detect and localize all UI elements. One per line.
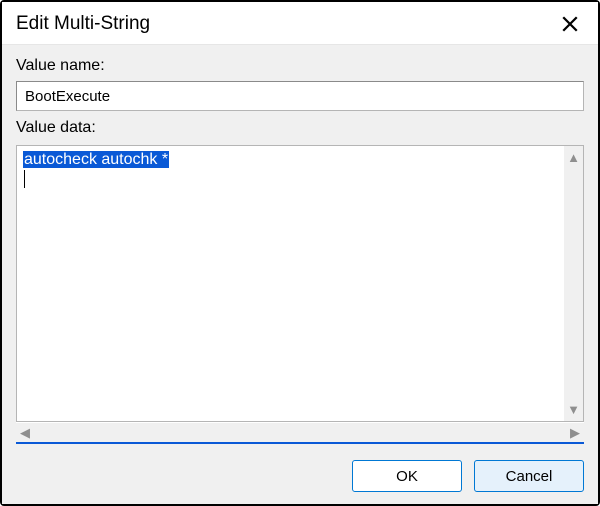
cancel-button[interactable]: Cancel [474, 460, 584, 492]
dialog-body: Value name: Value data: autocheck autoch… [2, 44, 598, 504]
value-name-input[interactable] [16, 81, 584, 111]
scroll-left-arrow-icon[interactable]: ◀ [16, 425, 34, 441]
value-data-textarea[interactable]: autocheck autochk * ▲ ▼ [16, 145, 584, 422]
text-caret [24, 170, 25, 188]
vertical-scrollbar[interactable]: ▲ ▼ [563, 146, 583, 421]
value-data-wrap: autocheck autochk * ▲ ▼ ◀ ▶ [16, 145, 584, 444]
scroll-up-arrow-icon[interactable]: ▲ [567, 146, 580, 169]
scroll-down-arrow-icon[interactable]: ▼ [567, 398, 580, 421]
focus-underline [16, 442, 584, 444]
textarea-content[interactable]: autocheck autochk * [17, 146, 563, 421]
window-title: Edit Multi-String [16, 13, 150, 35]
edit-multistring-dialog: Edit Multi-String Value name: Value data… [0, 0, 600, 506]
selected-text: autocheck autochk * [23, 151, 169, 168]
titlebar: Edit Multi-String [2, 2, 598, 44]
value-name-label: Value name: [16, 57, 584, 75]
value-data-label: Value data: [16, 119, 584, 137]
close-icon [561, 15, 579, 33]
ok-button[interactable]: OK [352, 460, 462, 492]
dialog-buttons: OK Cancel [16, 450, 584, 492]
horizontal-scrollbar[interactable]: ◀ ▶ [16, 422, 584, 442]
close-button[interactable] [556, 10, 584, 38]
scroll-right-arrow-icon[interactable]: ▶ [566, 425, 584, 441]
